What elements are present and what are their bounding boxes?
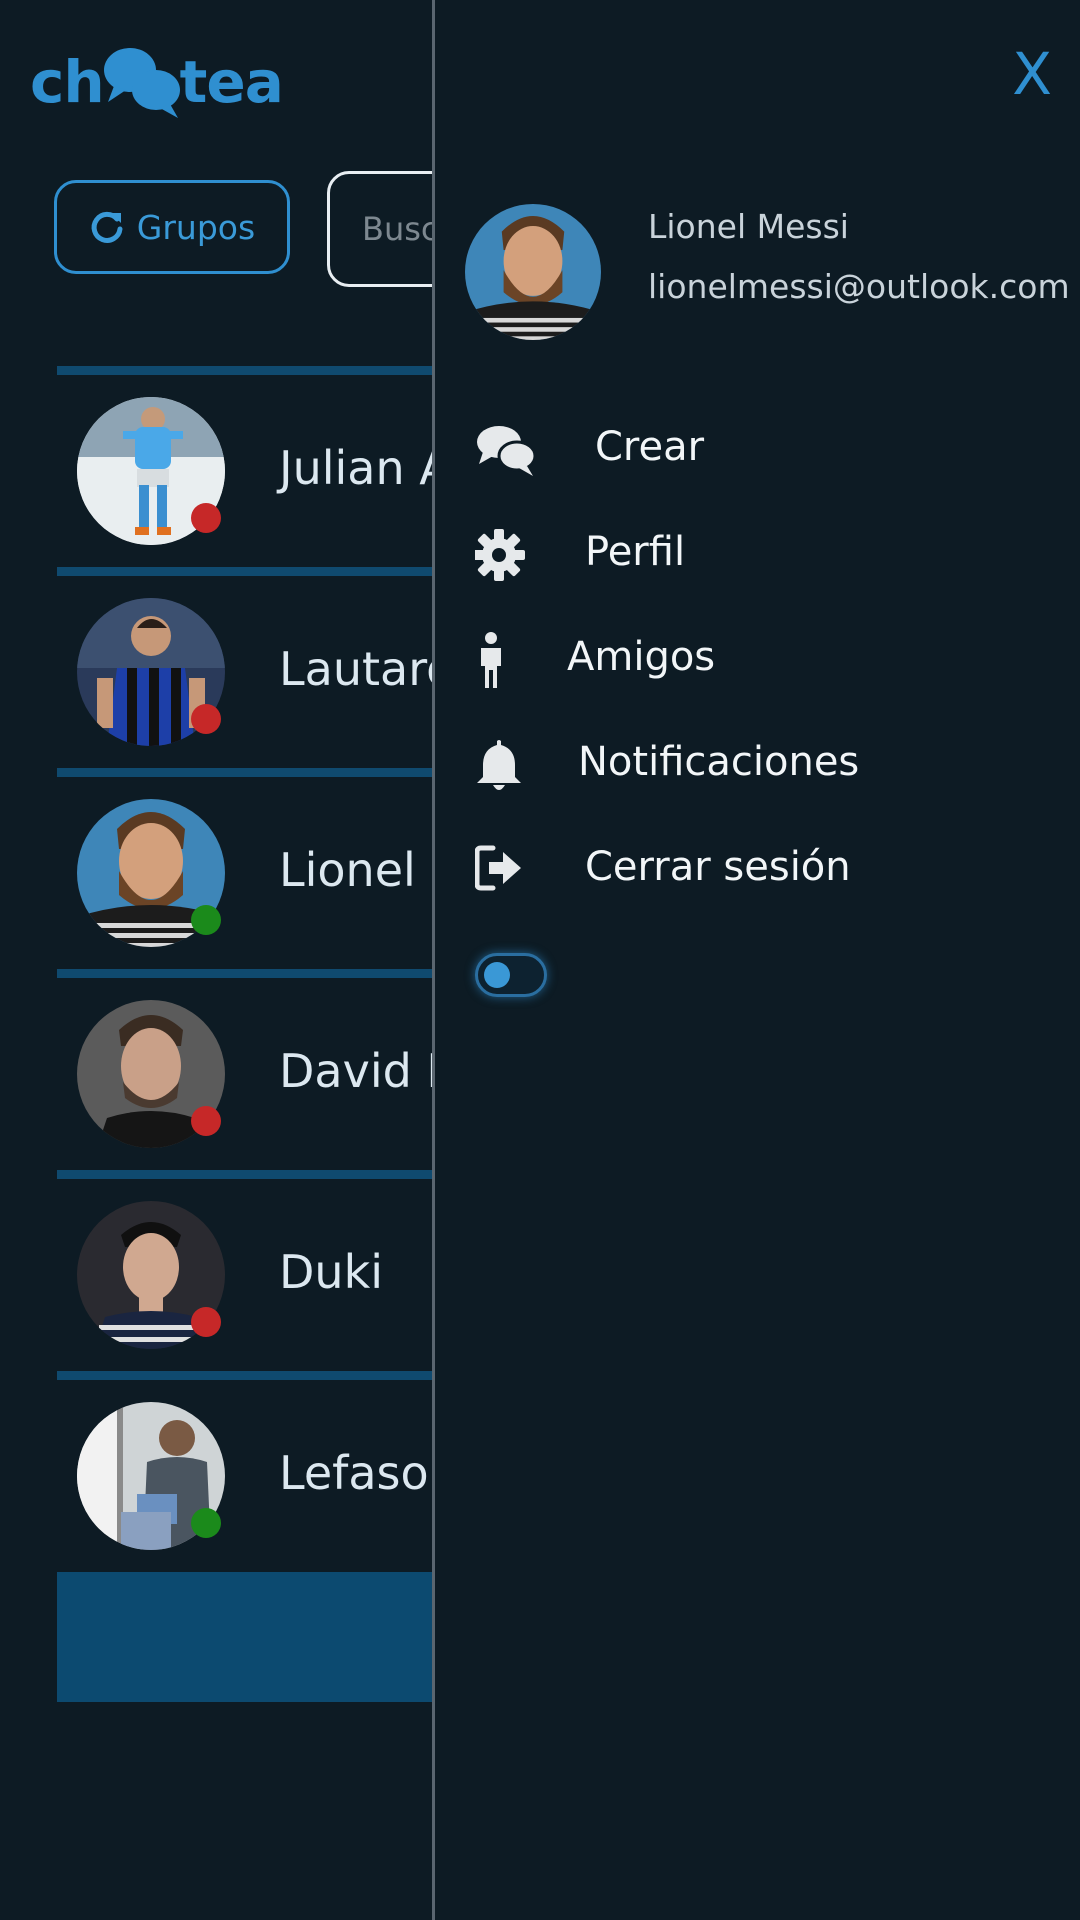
profile-name: Lionel Messi bbox=[648, 207, 849, 246]
profile-avatar[interactable] bbox=[465, 204, 601, 340]
logo-bubbles-icon bbox=[100, 42, 184, 122]
logout-icon bbox=[475, 845, 521, 891]
status-indicator bbox=[191, 1508, 221, 1538]
person-icon bbox=[481, 632, 501, 688]
chat-bubbles-icon bbox=[477, 426, 537, 476]
close-drawer-button[interactable]: X bbox=[1012, 40, 1052, 108]
theme-toggle[interactable] bbox=[475, 953, 547, 997]
refresh-icon bbox=[91, 211, 123, 243]
groups-button-label: Grupos bbox=[136, 207, 256, 247]
bell-icon bbox=[477, 740, 521, 790]
app-logo: ch tea bbox=[30, 42, 284, 132]
status-indicator bbox=[191, 704, 221, 734]
status-indicator bbox=[191, 503, 221, 533]
gear-icon bbox=[475, 529, 525, 581]
menu-item-label: Crear bbox=[595, 424, 705, 470]
profile-email: lionelmessi@outlook.com bbox=[648, 267, 1070, 306]
status-indicator bbox=[191, 905, 221, 935]
menu-item-amigos[interactable]: Amigos bbox=[435, 610, 1075, 715]
menu-item-crear[interactable]: Crear bbox=[435, 400, 1075, 505]
menu-item-label: Cerrar sesión bbox=[585, 844, 851, 890]
drawer-menu: Crear Perfil Amigos Notificaciones Cerra… bbox=[435, 400, 1075, 925]
menu-item-perfil[interactable]: Perfil bbox=[435, 505, 1075, 610]
contact-name: Duki bbox=[279, 1245, 383, 1299]
menu-item-label: Amigos bbox=[567, 634, 716, 680]
menu-item-label: Perfil bbox=[585, 529, 686, 575]
menu-item-label: Notificaciones bbox=[578, 739, 860, 785]
status-indicator bbox=[191, 1106, 221, 1136]
side-drawer: X Lionel Messi lionelmessi@outlook.com C… bbox=[432, 0, 1080, 1920]
logo-text-right: tea bbox=[179, 48, 284, 116]
groups-button[interactable]: Grupos bbox=[54, 180, 290, 274]
menu-item-notificaciones[interactable]: Notificaciones bbox=[435, 715, 1075, 820]
status-indicator bbox=[191, 1307, 221, 1337]
contact-name: Lefasor bbox=[279, 1446, 448, 1500]
toggle-knob bbox=[484, 962, 510, 988]
menu-item-cerrar-sesion[interactable]: Cerrar sesión bbox=[435, 820, 1075, 925]
logo-text-left: ch bbox=[30, 48, 105, 116]
